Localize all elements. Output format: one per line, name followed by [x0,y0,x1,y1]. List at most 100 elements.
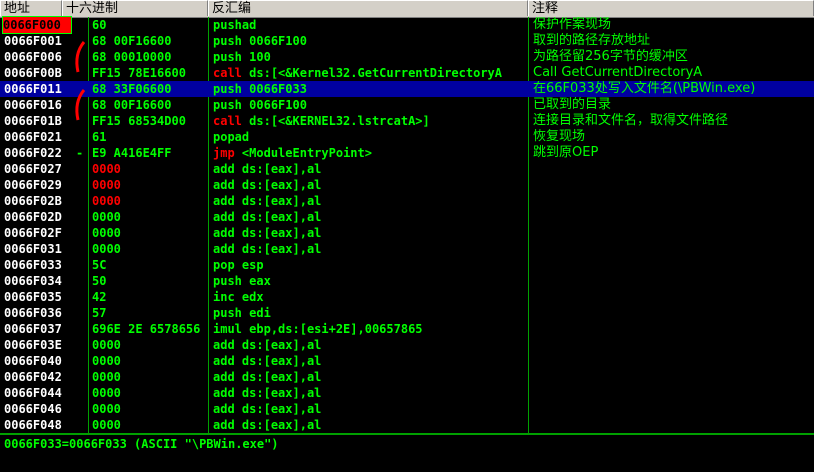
comment-cell [533,289,814,305]
comment-cell [533,193,814,209]
address-cell: 0066F01B [4,114,62,128]
mnemonic: push [213,274,242,288]
table-row[interactable]: 0066F03E 0000 add ds:[eax],al [0,337,814,353]
comment-cell: 为路径留256字节的缓冲区 [533,49,688,64]
disasm-cell: pushad [213,17,527,33]
comment-cell [533,401,814,417]
operands: 0066F100 [249,34,307,48]
mnemonic: inc [213,290,235,304]
hex-cell: 0000 [92,338,121,352]
jump-marker: - [76,146,84,160]
table-row[interactable]: 0066F02D 0000 add ds:[eax],al [0,209,814,225]
column-header-comment[interactable]: 注释 [528,0,814,16]
operands: 100 [249,50,271,64]
table-row[interactable]: 0066F046 0000 add ds:[eax],al [0,401,814,417]
address-cell: 0066F042 [4,370,62,384]
mnemonic: push [213,82,242,96]
table-row[interactable]: 0066F00B FF15 78E16600 call ds:[<&Kernel32… [0,65,814,81]
comment-cell [533,225,814,241]
address-cell: 0066F044 [4,386,62,400]
operands: 0066F100 [249,98,307,112]
hex-cell: 0000 [92,226,121,240]
table-row[interactable]: 0066F029 0000 add ds:[eax],al [0,177,814,193]
operands: ds:[eax],al [241,338,322,352]
table-row[interactable]: 0066F027 0000 add ds:[eax],al [0,161,814,177]
column-header-bar: 地址 十六进制 反汇编 注释 [0,0,814,18]
column-header-address[interactable]: 地址 [0,0,62,16]
table-row[interactable]: 0066F048 0000 add ds:[eax],al [0,417,814,433]
mnemonic: jmp [213,146,235,160]
operands: ds:[eax],al [241,194,322,208]
mnemonic: add [213,338,235,352]
address-cell: 0066F006 [4,50,62,64]
address-cell: 0066F02F [4,226,62,240]
comment-cell [533,321,814,337]
comment-cell [533,337,814,353]
table-row[interactable]: 0066F011 68 33F06600 push 0066F033 在66F033处… [0,81,814,97]
table-row[interactable]: 0066F042 0000 add ds:[eax],al [0,369,814,385]
disasm-cell: push eax [213,273,527,289]
address-cell: 0066F040 [4,354,62,368]
table-row[interactable]: 0066F016 68 00F16600 push 0066F100 已取到的目录 [0,97,814,113]
operands: <ModuleEntryPoint> [241,146,372,160]
hex-cell: 61 [92,130,107,144]
mnemonic: pushad [213,18,257,32]
operands: ds:[eax],al [241,162,322,176]
table-row[interactable]: 0066F035 42 inc edx [0,289,814,305]
operands: ds:[eax],al [241,242,322,256]
mnemonic: add [213,242,235,256]
table-row[interactable]: 0066F044 0000 add ds:[eax],al [0,385,814,401]
operands: ds:[eax],al [241,178,322,192]
mnemonic: add [213,194,235,208]
comment-cell: Call GetCurrentDirectoryA [533,65,703,80]
disasm-cell: add ds:[eax],al [213,241,527,257]
operands: eax [249,274,271,288]
table-row[interactable]: 0066F000 60 pushad 保护作案现场 [0,16,814,34]
address-cell: 0066F016 [4,98,62,112]
hex-cell: 0000 [92,210,121,224]
table-row[interactable]: 0066F034 50 push eax [0,273,814,289]
disasm-cell: add ds:[eax],al [213,417,527,433]
disasm-cell: add ds:[eax],al [213,209,527,225]
mnemonic: add [213,178,235,192]
table-row[interactable]: 0066F031 0000 add ds:[eax],al [0,241,814,257]
hex-cell: FF15 78E16600 [92,66,186,80]
disasm-cell: add ds:[eax],al [213,385,527,401]
disasm-cell: push 0066F033 [213,81,527,97]
table-row[interactable]: 0066F02B 0000 add ds:[eax],al [0,193,814,209]
address-cell: 0066F046 [4,402,62,416]
column-header-hex[interactable]: 十六进制 [62,0,208,16]
comment-cell: 保护作案现场 [533,17,612,32]
table-row[interactable]: 0066F021 61 popad 恢复现场 [0,129,814,145]
table-row[interactable]: 0066F02F 0000 add ds:[eax],al [0,225,814,241]
mnemonic: add [213,210,235,224]
disasm-cell: imul ebp,ds:[esi+2E],00657865 [213,321,527,337]
mnemonic: push [213,306,242,320]
hex-cell: 68 00F16600 [92,34,172,48]
hex-cell: 0000 [92,242,121,256]
disasm-cell: add ds:[eax],al [213,353,527,369]
disasm-cell: add ds:[eax],al [213,177,527,193]
table-row[interactable]: 0066F033 5C pop esp [0,257,814,273]
disasm-cell: pop esp [213,257,527,273]
column-header-disasm[interactable]: 反汇编 [208,0,528,16]
table-row[interactable]: 0066F040 0000 add ds:[eax],al [0,353,814,369]
mnemonic: call [213,66,242,80]
hex-cell: 0000 [92,162,121,176]
hex-cell: 68 33F06600 [92,82,172,96]
disasm-cell: popad [213,129,527,145]
table-row[interactable]: 0066F037 696E 2E 6578656 imul ebp,ds:[esi+… [0,321,814,337]
table-row[interactable]: 0066F01B FF15 68534D00 call ds:[<&KERNEL32… [0,113,814,129]
table-row[interactable]: 0066F001 68 00F16600 push 0066F100 取到的路径存放地… [0,33,814,49]
table-row[interactable]: 0066F036 57 push edi [0,305,814,321]
mnemonic: add [213,370,235,384]
mnemonic: push [213,50,242,64]
hex-cell: 0000 [92,386,121,400]
comment-cell: 已取到的目录 [533,97,612,112]
table-row[interactable]: 0066F022- E9 A416E4FF jmp <ModuleEntryPoin… [0,145,814,161]
table-row[interactable]: 0066F006 68 00010000 push 100 为路径留256字节的缓冲区 [0,49,814,65]
hex-cell: 0000 [92,402,121,416]
comment-cell [533,305,814,321]
comment-cell: 恢复现场 [533,129,586,144]
comment-cell [533,177,814,193]
